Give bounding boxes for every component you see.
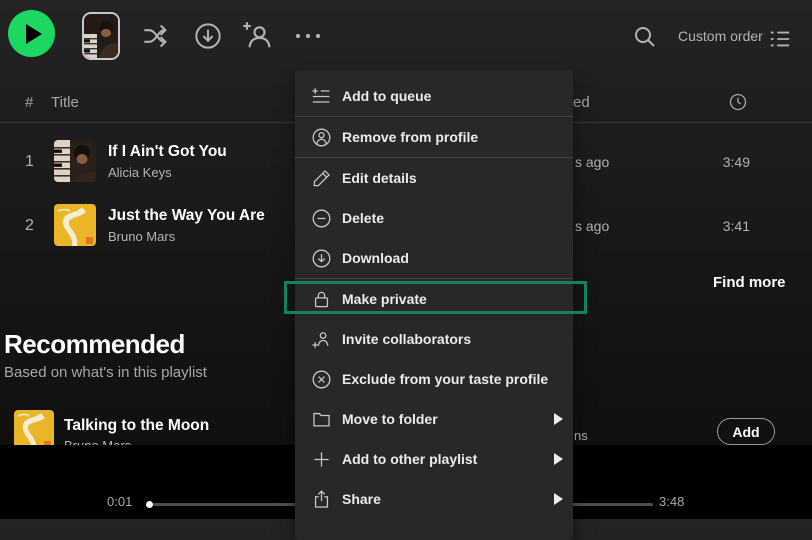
menu-item-label: Share bbox=[342, 491, 381, 507]
menu-item-label: Add to queue bbox=[342, 88, 432, 104]
menu-item-delete[interactable]: Delete bbox=[295, 198, 573, 238]
minus-circle-icon bbox=[311, 208, 331, 228]
recommended-track-title[interactable]: Talking to the Moon bbox=[64, 417, 209, 435]
column-header-date-added-partial: ed bbox=[573, 94, 590, 111]
submenu-arrow-icon bbox=[554, 493, 563, 505]
menu-item-exclude-from-your-taste-profile[interactable]: Exclude from your taste profile bbox=[295, 359, 573, 399]
recommended-album-partial[interactable]: ns bbox=[574, 428, 588, 443]
menu-item-download[interactable]: Download bbox=[295, 238, 573, 278]
track-duration: 3:49 bbox=[722, 154, 750, 170]
menu-item-label: Exclude from your taste profile bbox=[342, 371, 549, 387]
menu-item-remove-from-profile[interactable]: Remove from profile bbox=[295, 117, 573, 157]
plus-icon bbox=[311, 449, 331, 469]
user-circle-icon bbox=[311, 127, 331, 147]
search-icon[interactable] bbox=[630, 22, 660, 52]
add-user-icon bbox=[311, 329, 331, 349]
download-circle-icon[interactable] bbox=[193, 21, 223, 51]
more-options-icon[interactable] bbox=[293, 21, 323, 51]
track-date-added-partial: s ago bbox=[575, 154, 610, 170]
add-collaborator-icon[interactable] bbox=[242, 21, 272, 51]
menu-item-add-to-other-playlist[interactable]: Add to other playlist bbox=[295, 439, 573, 479]
download-circle-icon bbox=[311, 248, 331, 268]
album-art-alicia bbox=[54, 140, 96, 182]
share-icon bbox=[311, 489, 331, 509]
track-date-added-partial: s ago bbox=[575, 218, 610, 234]
album-art-alicia-small bbox=[84, 14, 118, 58]
shuffle-icon[interactable] bbox=[141, 21, 171, 51]
find-more-link[interactable]: Find more bbox=[713, 274, 786, 291]
track-album-art bbox=[54, 140, 96, 182]
menu-item-label: Delete bbox=[342, 210, 385, 226]
lock-icon bbox=[311, 289, 331, 309]
pencil-icon bbox=[311, 168, 331, 188]
play-button[interactable] bbox=[8, 10, 55, 57]
track-index: 1 bbox=[25, 153, 34, 170]
track-title[interactable]: If I Ain't Got You bbox=[108, 143, 227, 161]
menu-item-share[interactable]: Share bbox=[295, 479, 573, 519]
menu-item-add-to-queue[interactable]: Add to queue bbox=[295, 76, 573, 116]
menu-item-make-private[interactable]: Make private bbox=[295, 279, 573, 319]
column-header-title[interactable]: Title bbox=[51, 94, 79, 111]
sort-order-label[interactable]: Custom order bbox=[678, 28, 763, 44]
submenu-arrow-icon bbox=[554, 453, 563, 465]
menu-item-label: Add to other playlist bbox=[342, 451, 478, 467]
menu-item-edit-details[interactable]: Edit details bbox=[295, 158, 573, 198]
menu-item-label: Move to folder bbox=[342, 411, 438, 427]
album-art-bruno bbox=[54, 204, 96, 246]
submenu-arrow-icon bbox=[554, 413, 563, 425]
track-index: 2 bbox=[25, 217, 34, 234]
column-header-index[interactable]: # bbox=[25, 94, 33, 111]
track-artist[interactable]: Alicia Keys bbox=[108, 165, 172, 180]
folder-icon bbox=[311, 409, 331, 429]
menu-item-label: Invite collaborators bbox=[342, 331, 472, 347]
menu-item-move-to-folder[interactable]: Move to folder bbox=[295, 399, 573, 439]
playlist-cover-thumbnail[interactable] bbox=[82, 12, 120, 60]
playlist-context-menu: Add to queue Remove from profile Edit de… bbox=[295, 70, 573, 540]
recommended-title: Recommended bbox=[4, 329, 185, 359]
track-artist[interactable]: Bruno Mars bbox=[108, 229, 175, 244]
menu-item-label: Make private bbox=[342, 291, 427, 307]
add-to-queue-icon bbox=[311, 86, 331, 106]
add-button[interactable]: Add bbox=[717, 418, 775, 445]
track-album-art bbox=[54, 204, 96, 246]
x-circle-icon bbox=[311, 369, 331, 389]
track-duration: 3:41 bbox=[722, 218, 750, 234]
clock-icon[interactable] bbox=[729, 93, 747, 111]
total-duration: 3:48 bbox=[659, 494, 685, 509]
progress-handle[interactable] bbox=[146, 501, 153, 508]
elapsed-time: 0:01 bbox=[107, 494, 133, 509]
track-title[interactable]: Just the Way You Are bbox=[108, 207, 265, 225]
menu-item-invite-collaborators[interactable]: Invite collaborators bbox=[295, 319, 573, 359]
recommended-subtitle: Based on what's in this playlist bbox=[4, 364, 207, 381]
menu-item-label: Remove from profile bbox=[342, 129, 479, 145]
recommended-album-art bbox=[14, 410, 54, 450]
menu-item-label: Edit details bbox=[342, 170, 417, 186]
play-icon bbox=[25, 23, 42, 44]
menu-item-label: Download bbox=[342, 250, 409, 266]
list-view-icon[interactable] bbox=[765, 24, 795, 54]
